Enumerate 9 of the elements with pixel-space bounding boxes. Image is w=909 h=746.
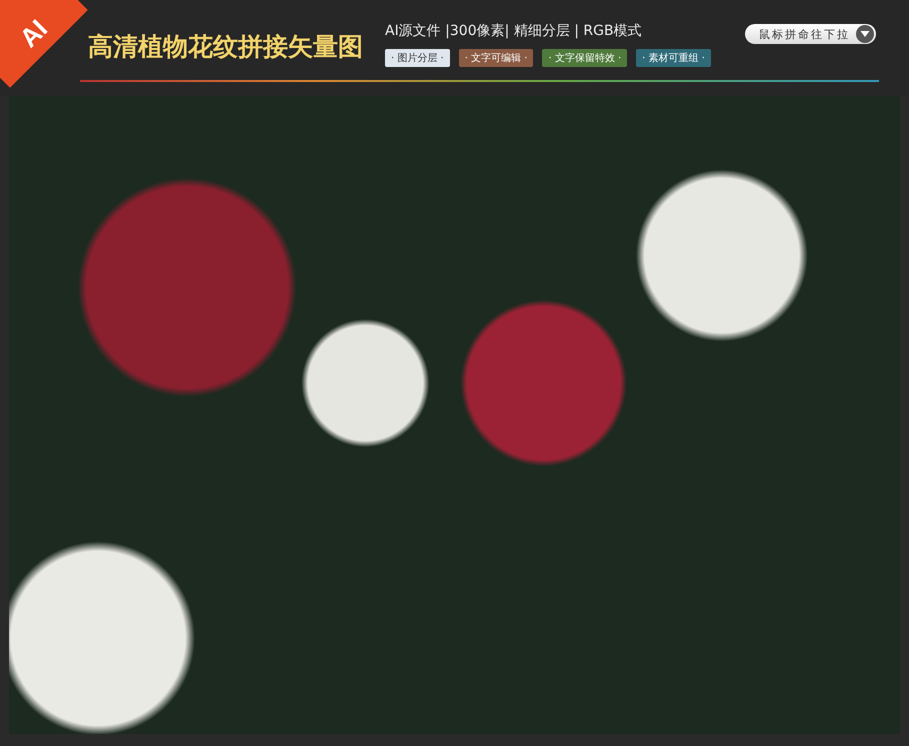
feature-tag: · 文字保留特效 · — [542, 49, 628, 67]
scroll-down-button[interactable]: 鼠标拼命往下拉 — [745, 24, 876, 44]
feature-tag: · 素材可重组 · — [636, 49, 711, 67]
page-title: 高清植物花纹拼接矢量图 — [88, 31, 363, 63]
feature-tag: · 文字可编辑 · — [458, 49, 534, 67]
corner-badge: AI — [0, 0, 88, 88]
spec-text: AI源文件 |300像素| 精细分层 | RGB模式 — [385, 22, 643, 40]
feature-tag: · 图片分层 · — [385, 49, 450, 67]
caret-down-icon — [856, 25, 874, 43]
